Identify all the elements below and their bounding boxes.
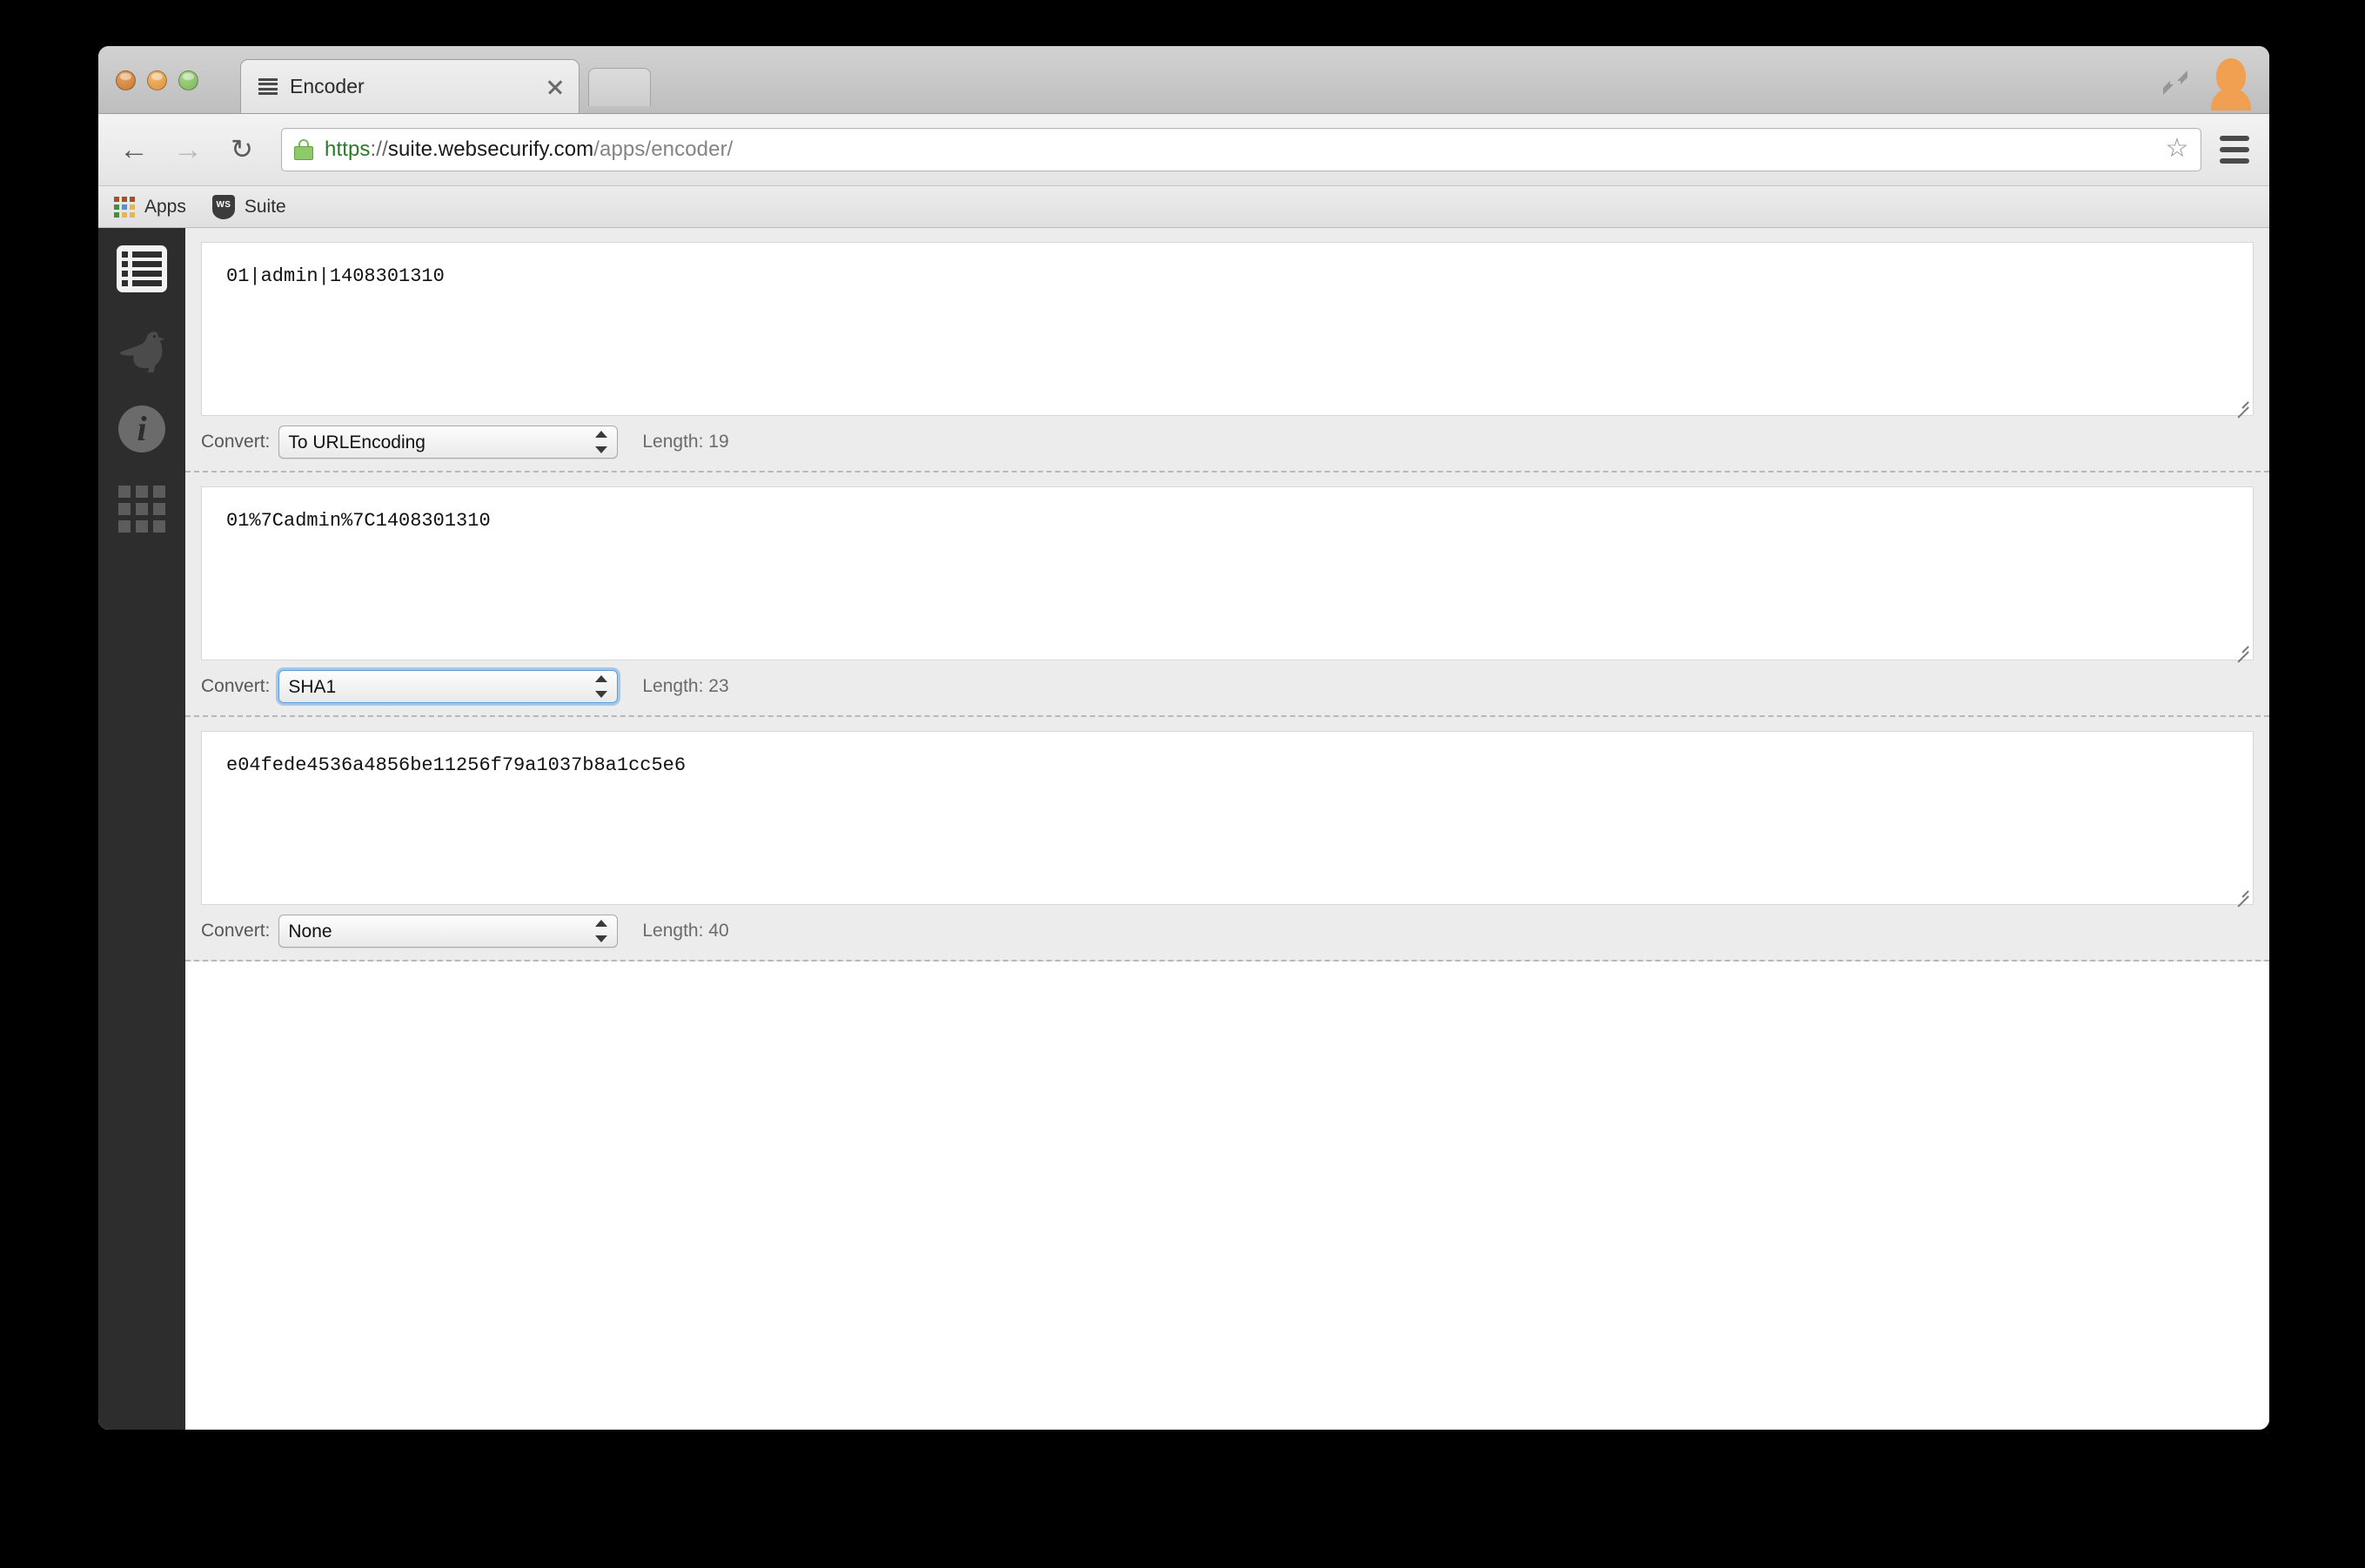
desktop-backdrop: Encoder ← → ↻ https://suite.websecurify.… <box>0 0 2365 1568</box>
bookmark-label: Suite <box>244 196 286 217</box>
convert-select-shell: None <box>278 915 619 948</box>
page-content: i 01|admin|1408301310 Convert: To URLEnc… <box>98 228 2269 1430</box>
length-label: Length: 40 <box>642 921 729 941</box>
encoder-panel: Convert: To URLEncoding Length: 19 <box>185 228 2269 472</box>
websecurify-shield-icon: WS <box>211 194 235 219</box>
bookmark-label: Apps <box>144 196 186 217</box>
encoder-textarea[interactable] <box>201 242 2254 416</box>
url-host: suite.websecurify.com <box>387 137 594 161</box>
convert-label: Convert: <box>201 432 271 452</box>
tab-title: Encoder <box>290 75 365 97</box>
forward-button[interactable]: → <box>168 130 208 170</box>
convert-select[interactable]: SHA1 <box>278 670 619 703</box>
encoder-textarea[interactable] <box>201 486 2254 660</box>
close-icon[interactable] <box>544 76 566 98</box>
reload-button[interactable]: ↻ <box>222 130 262 170</box>
address-bar[interactable]: https://suite.websecurify.com/apps/encod… <box>281 128 2201 171</box>
new-tab-button[interactable] <box>588 68 651 106</box>
sidebar-item-apps[interactable] <box>115 482 169 536</box>
convert-label: Convert: <box>201 676 271 696</box>
hamburger-menu-icon[interactable] <box>2215 130 2254 170</box>
url-scheme: https <box>325 137 371 161</box>
fullscreen-arrows-icon[interactable] <box>2161 69 2189 97</box>
sidebar-item-pigeon[interactable] <box>115 322 169 376</box>
url-path: /apps/encoder/ <box>593 137 734 161</box>
empty-area <box>185 962 2269 1397</box>
minimize-window-button[interactable] <box>147 70 167 90</box>
sidebar-item-info[interactable]: i <box>115 402 169 456</box>
app-sidebar: i <box>98 228 185 1430</box>
encoder-textarea[interactable] <box>201 731 2254 905</box>
encoder-app: Convert: To URLEncoding Length: 19 <box>185 228 2269 1430</box>
window-right-controls <box>2161 58 2254 111</box>
bookmark-star-icon[interactable]: ☆ <box>2162 135 2192 164</box>
browser-toolbar: ← → ↻ https://suite.websecurify.com/apps… <box>98 114 2269 186</box>
back-button[interactable]: ← <box>114 130 154 170</box>
close-window-button[interactable] <box>116 70 136 90</box>
person-avatar-icon[interactable] <box>2208 58 2254 111</box>
convert-select[interactable]: None <box>278 915 619 948</box>
length-label: Length: 23 <box>642 676 729 696</box>
info-icon: i <box>118 405 165 452</box>
url-separator: :// <box>370 137 388 161</box>
bookmarks-bar: Apps WS Suite <box>98 186 2269 228</box>
convert-label: Convert: <box>201 921 271 941</box>
convert-select-shell: To URLEncoding <box>278 426 619 459</box>
convert-select-shell: SHA1 <box>278 670 619 703</box>
tab-strip: Encoder <box>98 46 2269 114</box>
list-icon <box>117 245 167 292</box>
padlock-secure-icon <box>294 138 313 161</box>
browser-window: Encoder ← → ↻ https://suite.websecurify.… <box>98 46 2269 1430</box>
bookmark-suite[interactable]: WS Suite <box>211 194 286 219</box>
bookmark-apps[interactable]: Apps <box>114 196 186 218</box>
encoder-panel: Convert: SHA1 Length: 23 <box>185 472 2269 717</box>
apps-grid-icon <box>114 196 135 218</box>
list-icon <box>258 77 278 96</box>
maximize-window-button[interactable] <box>178 70 198 90</box>
grid-icon <box>118 486 165 533</box>
length-label: Length: 19 <box>642 432 729 452</box>
bird-icon <box>119 332 165 372</box>
window-traffic-lights <box>116 70 198 90</box>
convert-select[interactable]: To URLEncoding <box>278 426 619 459</box>
encoder-panel: Convert: None Length: 40 <box>185 717 2269 962</box>
url-text: https://suite.websecurify.com/apps/encod… <box>325 137 733 162</box>
tab-encoder[interactable]: Encoder <box>240 59 580 113</box>
sidebar-item-encoder[interactable] <box>115 242 169 296</box>
